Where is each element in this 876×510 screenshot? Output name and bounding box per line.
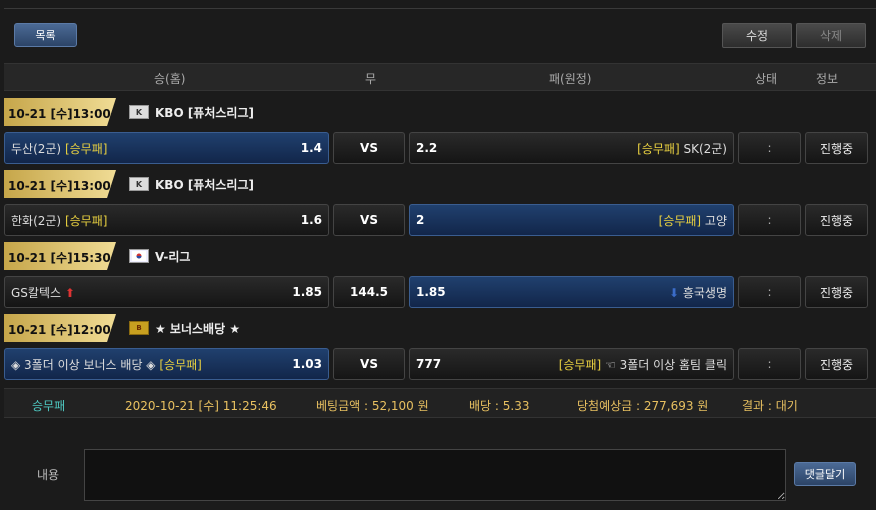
arrow-up-icon: ⬆ xyxy=(64,285,75,300)
info-cell: 진행중 xyxy=(805,132,868,164)
header-draw: 무 xyxy=(365,72,377,86)
away-team: 흥국생명 xyxy=(682,285,727,300)
away-odds-button[interactable]: 2 [승무패] 고양 xyxy=(409,204,734,236)
status-cell: : xyxy=(738,132,801,164)
home-odd: 1.6 xyxy=(300,213,322,227)
kbo-logo-icon: K xyxy=(129,105,149,119)
home-odds-button[interactable]: GS칼텍스 ⬆ 1.85 xyxy=(4,276,329,308)
draw-odds-button[interactable]: VS xyxy=(333,132,405,164)
league-row: 10-21 [수]12:00 B ★ 보너스배당 ★ xyxy=(4,308,876,344)
bet-summary: 승무패 2020-10-21 [수] 11:25:46 베팅금액 : 52,10… xyxy=(4,388,876,418)
info-cell: 진행중 xyxy=(805,276,868,308)
comment-label: 내용 xyxy=(37,468,60,482)
header-info: 정보 xyxy=(816,72,839,86)
home-odd: 1.85 xyxy=(292,285,322,299)
summary-result: 결과 : 대기 xyxy=(742,399,798,413)
league-name: KBO [퓨처스리그] xyxy=(155,178,254,192)
league-name: V-리그 xyxy=(155,250,191,264)
status-cell: : xyxy=(738,204,801,236)
arrow-down-icon: ⬇ xyxy=(668,285,679,300)
match-date: 10-21 [수]12:00 xyxy=(4,314,116,342)
match-date: 10-21 [수]15:30 xyxy=(4,242,116,270)
info-cell: 진행중 xyxy=(805,204,868,236)
home-odd: 1.03 xyxy=(292,357,322,371)
edit-button[interactable]: 수정 xyxy=(722,23,792,48)
match-date: 10-21 [수]13:00 xyxy=(4,98,116,126)
summary-payout: 당첨예상금 : 277,693 원 xyxy=(577,399,709,413)
away-team: ☜ 3폴더 이상 홈팀 클릭 xyxy=(605,357,727,372)
header-home: 승(홈) xyxy=(154,72,186,86)
league-name: KBO [퓨처스리그] xyxy=(155,106,254,120)
bet-type-tag: [승무패] xyxy=(64,141,108,156)
status-cell: : xyxy=(738,348,801,380)
home-team: 한화(2군) xyxy=(11,213,62,228)
home-team: ◈ 3폴더 이상 보너스 배당 ◈ xyxy=(11,357,156,372)
away-odd: 2.2 xyxy=(416,141,438,155)
header-status: 상태 xyxy=(755,72,778,86)
kbo-logo-icon: K xyxy=(129,177,149,191)
home-odds-button[interactable]: ◈ 3폴더 이상 보너스 배당 ◈ [승무패] 1.03 xyxy=(4,348,329,380)
league-row: 10-21 [수]13:00 K KBO [퓨처스리그] xyxy=(4,92,876,128)
header-away: 패(원정) xyxy=(549,72,592,86)
home-team: GS칼텍스 xyxy=(11,285,62,300)
list-button[interactable]: 목록 xyxy=(14,23,77,47)
away-team: SK(2군) xyxy=(683,141,727,156)
summary-bet-amount: 베팅금액 : 52,100 원 xyxy=(316,399,429,413)
draw-odds-button[interactable]: VS xyxy=(333,348,405,380)
away-odd: 1.85 xyxy=(416,285,446,299)
handicap-line: 144.5 xyxy=(333,276,405,308)
summary-type: 승무패 xyxy=(32,399,66,413)
status-cell: : xyxy=(738,276,801,308)
summary-odds: 배당 : 5.33 xyxy=(469,399,530,413)
reply-button[interactable]: 댓글달기 xyxy=(794,462,856,486)
bonus-icon: B xyxy=(129,321,149,335)
league-name: ★ 보너스배당 ★ xyxy=(155,322,241,336)
away-odds-button[interactable]: 777 [승무패] ☜ 3폴더 이상 홈팀 클릭 xyxy=(409,348,734,380)
bet-type-tag: [승무패] xyxy=(558,357,602,372)
bet-table-header: 승(홈) 무 패(원정) 상태 정보 xyxy=(4,63,876,91)
league-row: 10-21 [수]13:00 K KBO [퓨처스리그] xyxy=(4,164,876,200)
summary-datetime: 2020-10-21 [수] 11:25:46 xyxy=(125,399,277,413)
away-odd: 777 xyxy=(416,357,442,371)
delete-button[interactable]: 삭제 xyxy=(796,23,866,48)
info-cell: 진행중 xyxy=(805,348,868,380)
bet-type-tag: [승무패] xyxy=(159,357,202,372)
away-odds-button[interactable]: 1.85 ⬇ 흥국생명 xyxy=(409,276,734,308)
bet-type-tag: [승무패] xyxy=(658,213,702,228)
home-odds-button[interactable]: 한화(2군) [승무패] 1.6 xyxy=(4,204,329,236)
bet-type-tag: [승무패] xyxy=(64,213,108,228)
match-date: 10-21 [수]13:00 xyxy=(4,170,116,198)
away-team: 고양 xyxy=(704,213,727,228)
bet-type-tag: [승무패] xyxy=(637,141,680,156)
top-divider xyxy=(4,8,876,9)
home-team: 두산(2군) xyxy=(11,141,62,156)
home-odd: 1.4 xyxy=(300,141,322,155)
comment-input[interactable] xyxy=(84,449,786,501)
league-row: 10-21 [수]15:30 V-리그 xyxy=(4,236,876,272)
draw-odds-button[interactable]: VS xyxy=(333,204,405,236)
away-odd: 2 xyxy=(416,213,425,227)
away-odds-button[interactable]: 2.2 [승무패] SK(2군) xyxy=(409,132,734,164)
korea-flag-icon xyxy=(129,249,149,263)
home-odds-button[interactable]: 두산(2군) [승무패] 1.4 xyxy=(4,132,329,164)
